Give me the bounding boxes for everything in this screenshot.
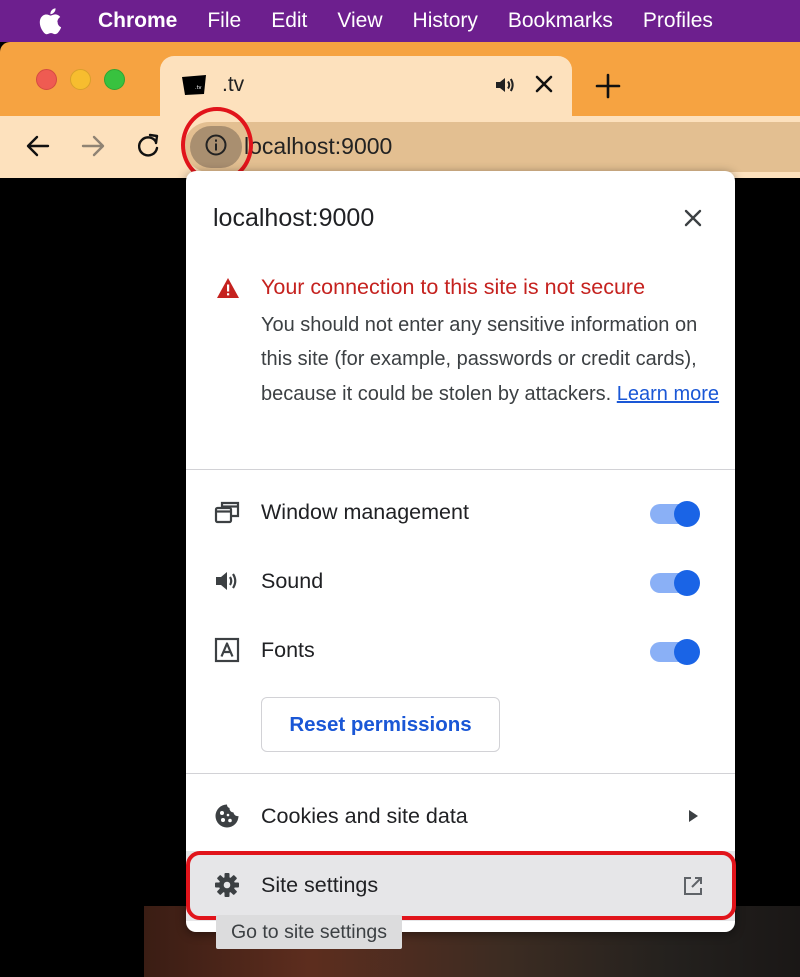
warning-icon — [216, 277, 240, 299]
tv-favicon-icon: .tv — [180, 74, 208, 96]
highlight-rectangle — [186, 851, 736, 920]
window-minimize-button[interactable] — [70, 69, 91, 90]
tab-close-icon[interactable] — [532, 72, 556, 96]
divider — [186, 469, 735, 470]
bubble-host: localhost:9000 — [213, 204, 375, 232]
security-warning-body: You should not enter any sensitive infor… — [261, 308, 721, 411]
menu-profiles[interactable]: Profiles — [643, 9, 713, 33]
menu-app-chrome[interactable]: Chrome — [98, 9, 177, 33]
reload-icon[interactable] — [134, 132, 162, 160]
menu-bookmarks[interactable]: Bookmarks — [508, 9, 613, 33]
divider — [186, 773, 735, 774]
font-icon — [214, 637, 240, 663]
address-url[interactable]: localhost:9000 — [244, 133, 392, 160]
window-maximize-button[interactable] — [104, 69, 125, 90]
bubble-close-icon[interactable] — [682, 207, 704, 229]
forward-arrow-icon[interactable] — [79, 132, 107, 160]
speaker-icon — [214, 568, 240, 594]
tab-title: .tv — [222, 73, 245, 96]
back-arrow-icon[interactable] — [24, 132, 52, 160]
window-management-icon — [214, 499, 240, 525]
menu-bar: Chrome File Edit View History Bookmarks … — [0, 0, 800, 42]
page-info-bubble: localhost:9000 Your connection to this s… — [186, 171, 735, 932]
tab-audio-icon[interactable] — [494, 74, 516, 96]
permission-label-fonts: Fonts — [261, 638, 315, 662]
svg-text:.tv: .tv — [195, 85, 202, 91]
learn-more-link[interactable]: Learn more — [617, 383, 719, 405]
reset-permissions-button[interactable]: Reset permissions — [261, 697, 500, 752]
window-management-toggle[interactable] — [648, 498, 700, 527]
apple-icon[interactable] — [36, 6, 74, 36]
cookies-and-site-data-label[interactable]: Cookies and site data — [261, 804, 468, 829]
window-close-button[interactable] — [36, 69, 57, 90]
menu-edit[interactable]: Edit — [271, 9, 307, 33]
fonts-toggle[interactable] — [648, 636, 700, 665]
menu-history[interactable]: History — [413, 9, 478, 33]
sound-toggle[interactable] — [648, 567, 700, 596]
permission-label-window-management: Window management — [261, 500, 469, 524]
permission-label-sound: Sound — [261, 569, 324, 593]
new-tab-icon[interactable] — [594, 72, 622, 100]
triangle-right-icon[interactable] — [686, 808, 700, 824]
security-warning-title: Your connection to this site is not secu… — [261, 275, 646, 299]
menu-view[interactable]: View — [337, 9, 382, 33]
menu-file[interactable]: File — [207, 9, 241, 33]
cookie-icon — [214, 803, 240, 829]
tooltip: Go to site settings — [216, 915, 402, 949]
